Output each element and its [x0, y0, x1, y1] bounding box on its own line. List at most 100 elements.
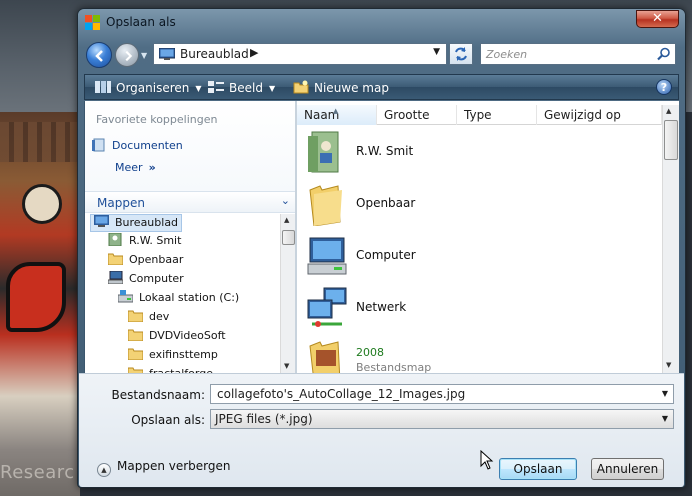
save-form: Bestandsnaam: collagefoto's_AutoCollage_…	[79, 373, 684, 487]
sort-ascending-icon: ▲	[333, 107, 339, 115]
app-icon	[85, 15, 100, 30]
folder-tree-scrollbar[interactable]: ▲ ▼	[280, 214, 296, 373]
desktop-icon	[94, 215, 109, 227]
tree-item-dev[interactable]: dev	[128, 309, 169, 327]
drive-icon	[118, 290, 133, 303]
column-label: Grootte	[384, 108, 430, 122]
file-item-computer[interactable]: Computer	[297, 230, 662, 282]
search-input[interactable]: Zoeken	[486, 48, 527, 61]
window-title: Opslaan als	[106, 15, 176, 29]
search-icon[interactable]	[657, 47, 671, 61]
graffiti-shape	[22, 184, 62, 224]
scroll-up-icon[interactable]: ▲	[284, 216, 289, 224]
file-item-netwerk[interactable]: Netwerk	[297, 282, 662, 334]
save-type-label: Opslaan als:	[131, 413, 205, 427]
chevron-down-icon[interactable]: ⌄	[281, 194, 290, 207]
desktop-icon	[159, 48, 175, 60]
recent-pages-dropdown[interactable]: ▼	[141, 51, 147, 60]
scroll-down-icon[interactable]: ▼	[666, 361, 671, 369]
column-headers: ▲ Naam Grootte Type Gewijzigd op	[297, 105, 662, 125]
column-size[interactable]: Grootte	[377, 105, 457, 125]
address-bar[interactable]: Bureaublad ▶ ▼	[153, 43, 447, 65]
favorite-item-label: Documenten	[112, 139, 183, 152]
view-dropdown-icon: ▼	[268, 84, 276, 93]
column-label: Type	[464, 108, 492, 122]
scroll-down-icon[interactable]: ▼	[284, 362, 289, 370]
view-menu[interactable]: Beeld ▼	[208, 80, 275, 95]
file-type-label: Bestandsmap	[356, 361, 432, 373]
graffiti-letter	[6, 262, 66, 332]
file-item-openbaar[interactable]: Openbaar	[297, 178, 662, 230]
scrollbar-thumb[interactable]	[664, 120, 678, 160]
titlebar[interactable]: Opslaan als ✕	[78, 9, 685, 37]
filename-value: collagefoto's_AutoCollage_12_Images.jpg	[217, 387, 466, 401]
tree-item-bureaublad[interactable]: Bureaublad	[90, 214, 183, 232]
organize-menu[interactable]: Organiseren ▼	[95, 80, 202, 95]
file-name: Computer	[356, 248, 416, 262]
tree-item-local-drive[interactable]: Lokaal station (C:)	[118, 290, 239, 308]
organize-icon	[95, 81, 111, 93]
folder-icon	[108, 253, 123, 265]
hide-folders-toggle[interactable]: ▲ Mappen verbergen	[97, 459, 231, 477]
column-type[interactable]: Type	[457, 105, 537, 125]
computer-icon	[108, 271, 123, 284]
close-button[interactable]: ✕	[636, 10, 679, 28]
refresh-button[interactable]	[449, 43, 473, 65]
scroll-up-icon[interactable]: ▲	[666, 107, 671, 115]
folder-icon	[309, 185, 342, 226]
file-name: Openbaar	[356, 196, 416, 210]
back-button[interactable]	[86, 42, 112, 68]
double-chevron-icon: »	[148, 161, 156, 174]
new-folder-icon	[293, 80, 309, 94]
folders-header[interactable]: Mappen ⌄	[85, 191, 296, 213]
save-type-select[interactable]: JPEG files (*.jpg) ▼	[210, 409, 674, 429]
tree-item-openbaar[interactable]: Openbaar	[108, 252, 183, 270]
folders-label: Mappen	[97, 196, 145, 210]
background-watermark: Researc	[0, 462, 75, 483]
save-button[interactable]: Opslaan	[499, 458, 577, 480]
chevron-up-icon: ▲	[97, 463, 111, 477]
tree-item-exifinsttemp[interactable]: exifinsttemp	[128, 347, 218, 365]
file-name: Netwerk	[356, 300, 407, 314]
new-folder-button[interactable]: Nieuwe map	[293, 80, 389, 95]
tree-item-dvdvideosoft[interactable]: DVDVideoSoft	[128, 328, 226, 346]
tree-item-fractalforge[interactable]: fractalforge	[128, 366, 213, 373]
view-icon	[208, 81, 224, 93]
tree-item-computer[interactable]: Computer	[108, 271, 184, 289]
favorite-item-documents[interactable]: Documenten	[92, 138, 183, 152]
tree-item-label: Lokaal station (C:)	[139, 291, 240, 304]
tree-item-rw-smit[interactable]: R.W. Smit	[108, 233, 181, 251]
tree-item-label: dev	[149, 310, 170, 323]
forward-button[interactable]	[115, 43, 139, 67]
file-item-2008[interactable]: 2008 Bestandsmap	[297, 334, 662, 373]
search-box[interactable]: Zoeken	[480, 43, 676, 65]
organize-dropdown-icon: ▼	[195, 84, 202, 93]
tree-item-label: Openbaar	[129, 253, 184, 266]
tree-item-label: Bureaublad	[115, 216, 179, 229]
breadcrumb-chevron-icon[interactable]: ▶	[250, 46, 258, 59]
address-location: Bureaublad	[180, 47, 249, 61]
folder-icon	[309, 341, 341, 373]
network-icon	[307, 287, 347, 327]
address-dropdown-icon[interactable]: ▼	[433, 47, 440, 57]
cancel-button[interactable]: Annuleren	[591, 458, 664, 480]
folder-tree: Bureaublad R.W. Smit Openbaar Computer L…	[85, 214, 280, 373]
folder-icon	[128, 310, 143, 322]
column-name[interactable]: ▲ Naam	[297, 105, 377, 125]
file-list-pane: ▲ Naam Grootte Type Gewijzigd op R.W. Smi…	[297, 101, 679, 373]
save-as-dialog: Opslaan als ✕ ▼ Bureaublad ▶ ▼ Zoeken Or…	[77, 8, 686, 488]
favorites-more-link[interactable]: Meer »	[115, 161, 156, 174]
tree-item-label: exifinsttemp	[149, 348, 218, 361]
help-icon[interactable]: ?	[656, 79, 672, 95]
favorite-links-header: Favoriete koppelingen	[96, 113, 218, 126]
file-list: R.W. Smit Openbaar Computer Netwerk 2008…	[297, 126, 662, 373]
navigation-pane: Favoriete koppelingen Documenten Meer » M…	[84, 101, 296, 373]
filename-dropdown-icon[interactable]: ▼	[662, 389, 668, 398]
column-modified[interactable]: Gewijzigd op	[537, 105, 662, 125]
filename-field[interactable]: collagefoto's_AutoCollage_12_Images.jpg …	[210, 384, 674, 404]
file-list-scrollbar[interactable]: ▲ ▼	[662, 105, 679, 373]
save-type-dropdown-icon[interactable]: ▼	[662, 414, 668, 423]
scrollbar-thumb[interactable]	[282, 230, 295, 245]
file-item-rw-smit[interactable]: R.W. Smit	[297, 126, 662, 178]
more-label: Meer	[115, 161, 143, 174]
